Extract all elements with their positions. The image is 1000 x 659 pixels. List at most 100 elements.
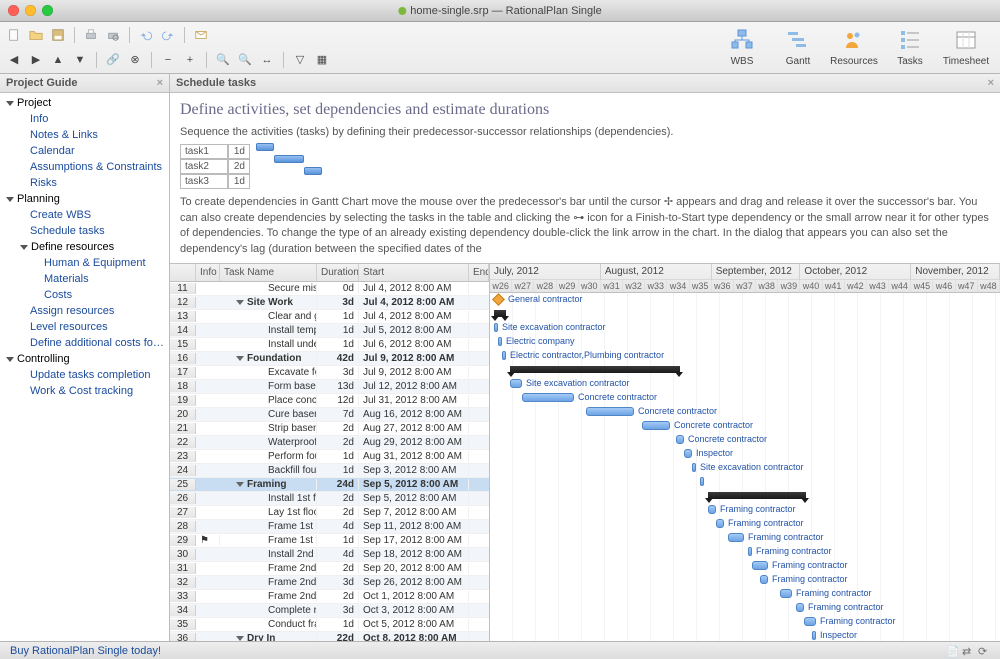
unlink-tasks-icon[interactable]: ⊗ [127,52,143,68]
close-icon[interactable] [8,5,19,16]
indent-icon[interactable]: ▶ [28,52,44,68]
table-row[interactable]: 21 Strip basement wall f... 2d Aug 27, 2… [170,422,489,436]
resources-button[interactable]: Resources [826,24,882,67]
table-row[interactable]: 26 Install 1st floor joists... 2d Sep 5,… [170,492,489,506]
table-row[interactable]: 20 Cure basement walls... 7d Aug 16, 201… [170,408,489,422]
buy-link[interactable]: Buy RationalPlan Single today! [10,645,161,657]
tree-item[interactable]: Notes & Links [0,127,169,143]
table-row[interactable]: 19 Place concrete for fo... 12d Jul 31, … [170,394,489,408]
task-bar[interactable] [684,449,692,458]
task-bar[interactable] [796,603,804,612]
milestone-diamond[interactable] [492,293,505,306]
redo-icon[interactable] [160,27,176,43]
tree-item[interactable]: Info [0,111,169,127]
collapse-icon[interactable]: − [160,52,176,68]
grid-body[interactable]: 11 Secure miscellane... 0d Jul 4, 2012 8… [170,282,489,641]
task-bar[interactable] [748,547,752,556]
summary-bar[interactable] [708,492,806,499]
task-bar[interactable] [780,589,792,598]
outdent-icon[interactable]: ◀ [6,52,22,68]
table-row[interactable]: 25 Framing 24d Sep 5, 2012 8:00 AM [170,478,489,492]
task-bar[interactable] [586,407,634,416]
table-row[interactable]: 18 Form basement walls... 13d Jul 12, 20… [170,380,489,394]
summary-bar[interactable] [494,310,506,317]
zoom-out-icon[interactable]: 🔍 [237,52,253,68]
undo-icon[interactable] [138,27,154,43]
table-row[interactable]: 22 Waterproof/insulate... 2d Aug 29, 201… [170,436,489,450]
timesheet-button[interactable]: Timesheet [938,24,994,67]
table-row[interactable]: 30 Install 2nd floor joist... 4d Sep 18,… [170,548,489,562]
move-up-icon[interactable]: ▲ [50,52,66,68]
task-bar[interactable] [804,617,816,626]
col-end[interactable]: End [469,264,489,281]
summary-bar[interactable] [510,366,680,373]
tree-item[interactable]: Materials [0,271,169,287]
close-icon[interactable]: × [157,77,163,89]
tasks-button[interactable]: Tasks [882,24,938,67]
table-row[interactable]: 35 Conduct framing ins... 1d Oct 5, 2012… [170,618,489,632]
expand-icon[interactable]: + [182,52,198,68]
minimize-icon[interactable] [25,5,36,16]
task-bar[interactable] [692,463,696,472]
new-file-icon[interactable] [6,27,22,43]
tree-item[interactable]: Schedule tasks [0,223,169,239]
save-icon[interactable] [50,27,66,43]
maximize-icon[interactable] [42,5,53,16]
col-num[interactable] [170,264,196,281]
tree-item[interactable]: Update tasks completion [0,367,169,383]
table-row[interactable]: 12 Site Work 3d Jul 4, 2012 8:00 AM [170,296,489,310]
tree-group[interactable]: Define resources [0,239,169,255]
table-row[interactable]: 36 Dry In 22d Oct 8, 2012 8:00 AM [170,632,489,641]
col-duration[interactable]: Duration [317,264,359,281]
task-bar[interactable] [642,421,670,430]
task-bar[interactable] [812,631,816,640]
tree-item[interactable]: Create WBS [0,207,169,223]
task-bar[interactable] [700,477,704,486]
table-row[interactable]: 16 Foundation 42d Jul 9, 2012 8:00 AM [170,352,489,366]
open-folder-icon[interactable] [28,27,44,43]
table-row[interactable]: 33 Frame 2nd floor corn... 2d Oct 1, 201… [170,590,489,604]
tree-item[interactable]: Calendar [0,143,169,159]
print-icon[interactable] [83,27,99,43]
table-row[interactable]: 28 Frame 1st floor walls... 4d Sep 11, 2… [170,520,489,534]
tree-item[interactable]: Assumptions & Constraints [0,159,169,175]
task-bar[interactable] [760,575,768,584]
task-bar[interactable] [676,435,684,444]
tree-item[interactable]: Costs [0,287,169,303]
task-bar[interactable] [716,519,724,528]
filter-icon[interactable]: ▽ [292,52,308,68]
tree-item[interactable]: Assign resources [0,303,169,319]
zoom-fit-icon[interactable]: ↔ [259,52,275,68]
email-icon[interactable] [193,27,209,43]
task-bar[interactable] [708,505,716,514]
move-down-icon[interactable]: ▼ [72,52,88,68]
table-row[interactable]: 17 Excavate for foundati... 3d Jul 9, 20… [170,366,489,380]
task-bar[interactable] [498,337,502,346]
tree-group[interactable]: Controlling [0,351,169,367]
table-row[interactable]: 24 Backfill foundation... 1d Sep 3, 2012… [170,464,489,478]
tree-group[interactable]: Project [0,95,169,111]
table-row[interactable]: 13 Clear and grub lot... 1d Jul 4, 2012 … [170,310,489,324]
task-bar[interactable] [494,323,498,332]
task-bar[interactable] [752,561,768,570]
close-icon[interactable]: × [988,77,994,89]
columns-icon[interactable]: ▦ [314,52,330,68]
gantt-body[interactable]: General contractorSite excavation contra… [490,293,1000,641]
tree-item[interactable]: Level resources [0,319,169,335]
table-row[interactable]: 32 Frame 2nd floor corn... 3d Sep 26, 20… [170,576,489,590]
table-row[interactable]: 23 Perform foundation i... 1d Aug 31, 20… [170,450,489,464]
tree-item[interactable]: Risks [0,175,169,191]
col-info[interactable]: Info [196,264,220,281]
col-start[interactable]: Start [359,264,469,281]
table-row[interactable]: 11 Secure miscellane... 0d Jul 4, 2012 8… [170,282,489,296]
link-tasks-icon[interactable]: 🔗 [105,52,121,68]
task-bar[interactable] [522,393,574,402]
table-row[interactable]: 15 Install underground... 1d Jul 6, 2012… [170,338,489,352]
print-preview-icon[interactable] [105,27,121,43]
tree-group[interactable]: Planning [0,191,169,207]
table-row[interactable]: 31 Frame 2nd floor dec... 2d Sep 20, 201… [170,562,489,576]
tree-item[interactable]: Work & Cost tracking [0,383,169,399]
table-row[interactable]: 14 Install temporary po... 1d Jul 5, 201… [170,324,489,338]
tree-item[interactable]: Define additional costs for tasks [0,335,169,351]
task-bar[interactable] [502,351,506,360]
